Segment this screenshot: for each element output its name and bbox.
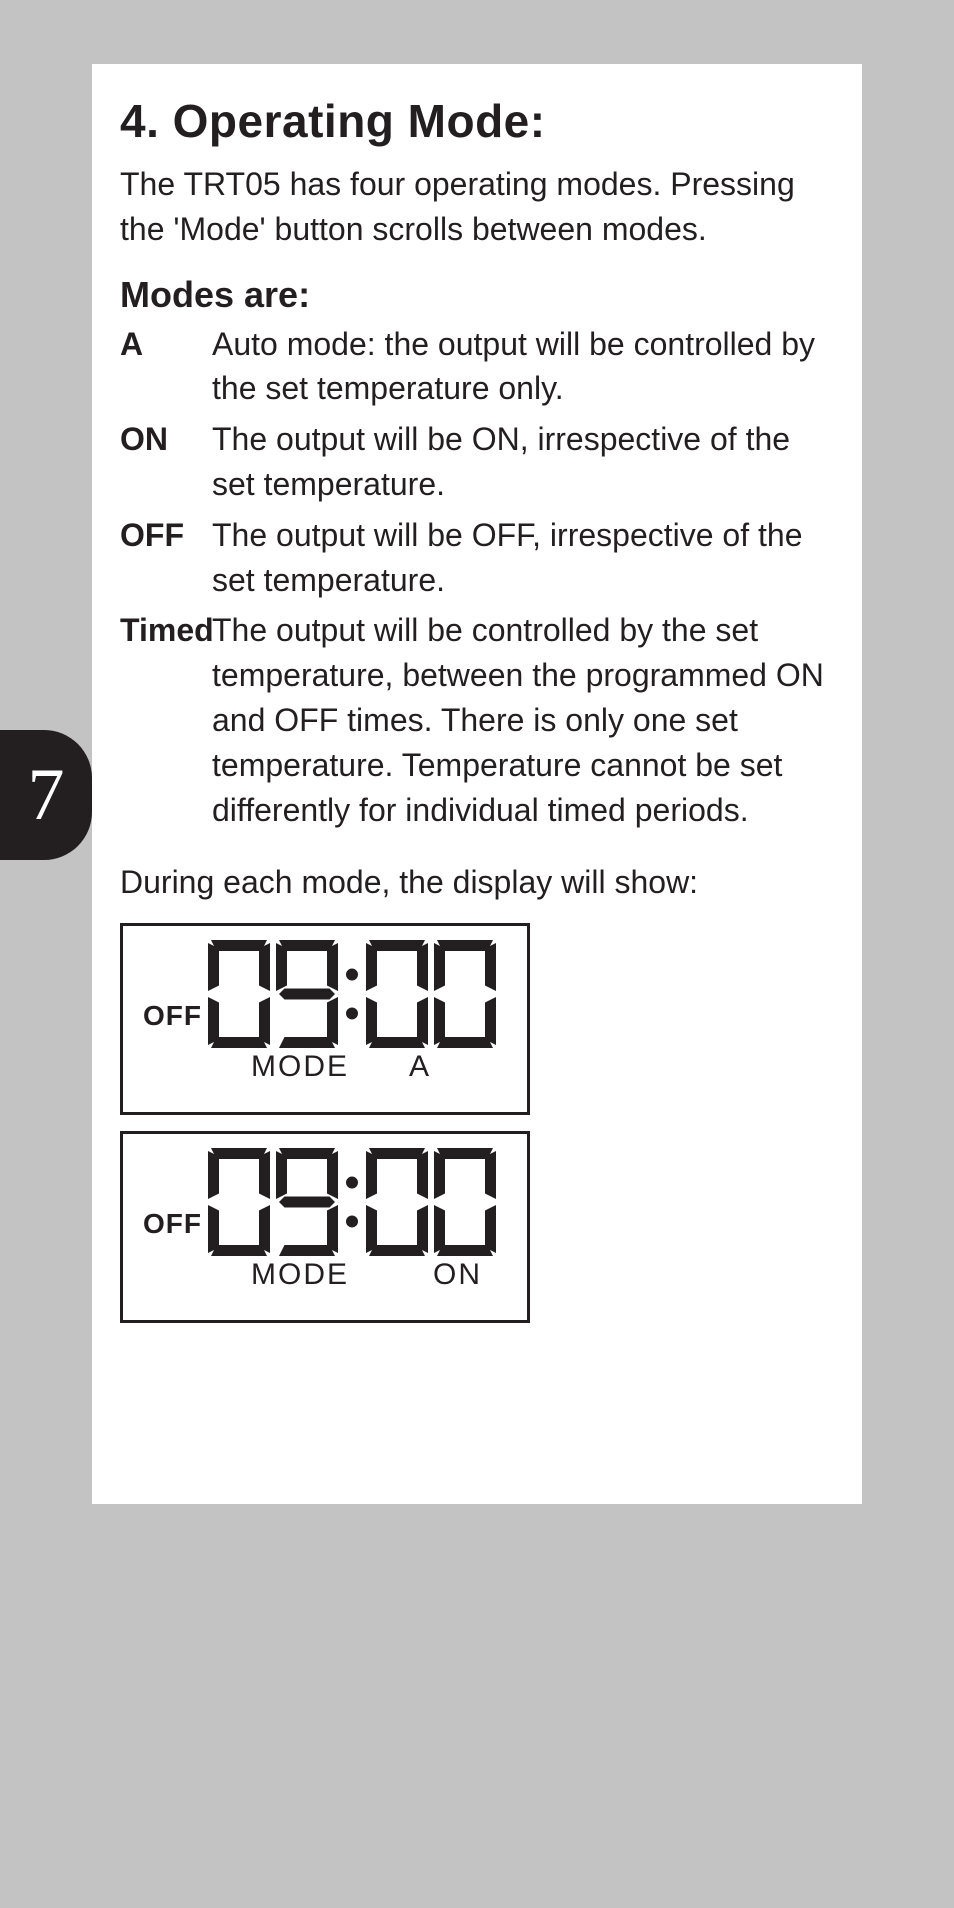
seven-seg-digit xyxy=(366,940,428,1048)
seven-seg-digit xyxy=(208,940,270,1048)
mode-description: The output will be OFF, irrespective of … xyxy=(212,513,834,603)
seven-seg-digit xyxy=(208,1148,270,1256)
lcd-mode-row: MODE ON xyxy=(143,1258,507,1292)
section-title: 4. Operating Mode: xyxy=(120,94,834,148)
mode-label: OFF xyxy=(120,513,212,558)
lcd-status: OFF xyxy=(143,1208,202,1256)
seven-seg-digit xyxy=(276,1148,338,1256)
lcd-mode-value: A xyxy=(409,1050,431,1084)
mode-row: ON The output will be ON, irrespective o… xyxy=(120,417,834,507)
lcd-mode-label: MODE xyxy=(251,1050,349,1084)
mode-list: A Auto mode: the output will be controll… xyxy=(120,322,834,833)
lcd-display: OFF MODE A xyxy=(120,923,530,1115)
seven-seg-digit xyxy=(276,940,338,1048)
page-tab: 7 xyxy=(0,730,92,860)
mode-label: A xyxy=(120,322,212,367)
seven-seg-colon xyxy=(344,940,360,1048)
lcd-display: OFF MODE ON xyxy=(120,1131,530,1323)
lcd-time xyxy=(208,1148,496,1256)
seven-seg-digit xyxy=(434,1148,496,1256)
during-text: During each mode, the display will show: xyxy=(120,860,834,905)
seven-seg-digit xyxy=(366,1148,428,1256)
mode-label: ON xyxy=(120,417,212,462)
mode-description: The output will be controlled by the set… xyxy=(212,608,834,832)
mode-row: Timed The output will be controlled by t… xyxy=(120,608,834,832)
modes-heading: Modes are: xyxy=(120,274,834,316)
lcd-time xyxy=(208,940,496,1048)
lcd-mode-value: ON xyxy=(433,1258,482,1292)
lcd-mode-label: MODE xyxy=(251,1258,349,1292)
mode-row: A Auto mode: the output will be controll… xyxy=(120,322,834,412)
seven-seg-digit xyxy=(434,940,496,1048)
mode-label: Timed xyxy=(120,608,212,653)
mode-row: OFF The output will be OFF, irrespective… xyxy=(120,513,834,603)
mode-description: The output will be ON, irrespective of t… xyxy=(212,417,834,507)
seven-seg-colon xyxy=(344,1148,360,1256)
lcd-mode-row: MODE A xyxy=(143,1050,507,1084)
manual-page: 4. Operating Mode: The TRT05 has four op… xyxy=(92,64,862,1504)
mode-description: Auto mode: the output will be controlled… xyxy=(212,322,834,412)
lcd-status: OFF xyxy=(143,1000,202,1048)
intro-paragraph: The TRT05 has four operating modes. Pres… xyxy=(120,162,834,252)
